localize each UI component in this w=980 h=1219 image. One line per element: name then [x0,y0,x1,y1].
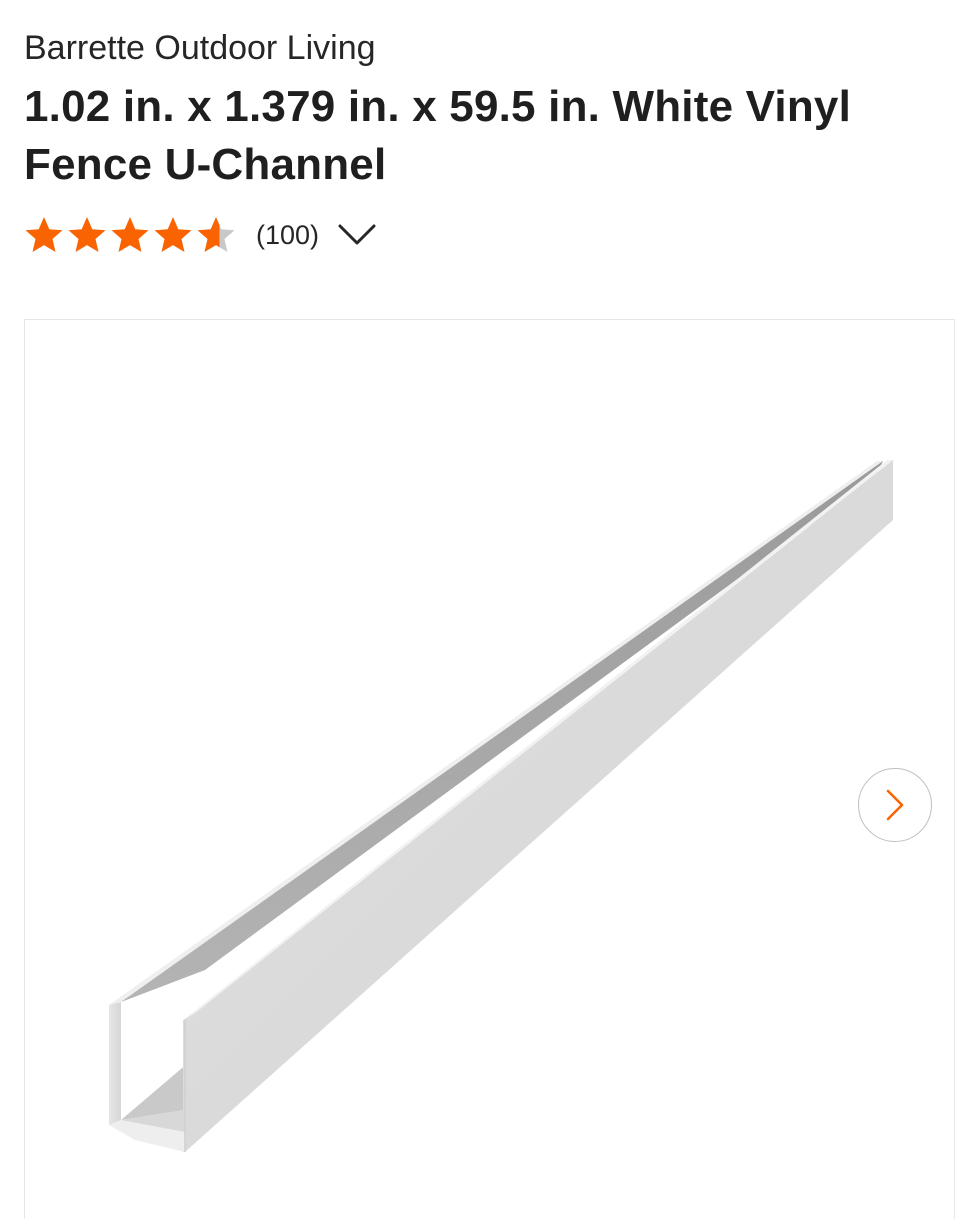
review-count[interactable]: (100) [256,213,319,257]
chevron-down-icon [338,224,376,245]
product-image [109,460,893,1152]
star-icon [154,217,192,252]
brand-link[interactable]: Barrette Outdoor Living [24,28,376,68]
star-icon [197,217,235,252]
rating-expand-button[interactable] [335,213,379,257]
product-image-gallery[interactable] [24,319,955,1219]
next-image-button[interactable] [858,768,932,842]
star-icon [68,217,106,252]
star-icon [25,217,63,252]
star-icon [111,217,149,252]
star-rating [24,215,236,255]
product-title: 1.02 in. x 1.379 in. x 59.5 in. White Vi… [24,82,852,189]
chevron-right-icon [886,789,904,821]
rating-summary[interactable]: (100) [24,213,379,257]
